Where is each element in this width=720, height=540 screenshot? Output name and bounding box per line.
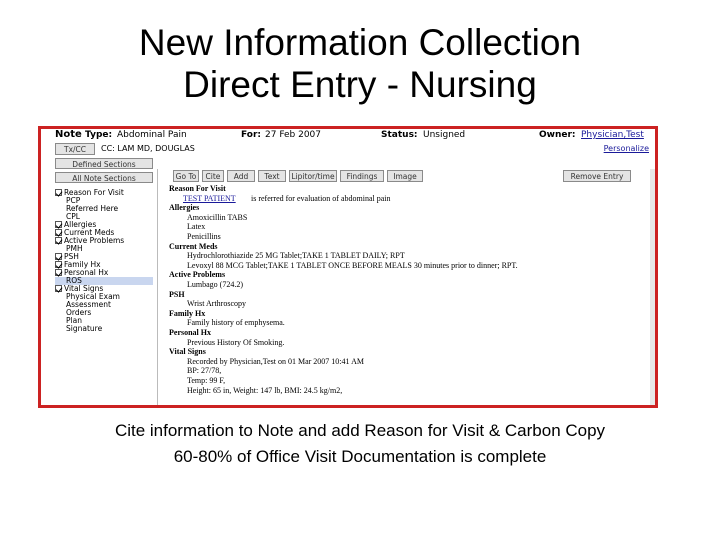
- note-text-line: Temp: 99 F,: [187, 376, 226, 385]
- defined-sections-button[interactable]: Defined Sections: [55, 158, 153, 169]
- toolbar-button[interactable]: Add: [227, 170, 255, 182]
- checkbox-checked[interactable]: [55, 269, 62, 276]
- checkbox-checked[interactable]: [55, 229, 62, 236]
- type-value: Abdominal Pain: [117, 130, 187, 140]
- note-section-heading: Allergies: [169, 203, 200, 213]
- vertical-scrollbar[interactable]: [650, 169, 655, 405]
- pane-divider: [157, 169, 158, 405]
- checkbox-checked[interactable]: [55, 237, 62, 244]
- note-text-line: BP: 27/78,: [187, 366, 222, 376]
- tx-cc-button[interactable]: Tx/CC: [55, 143, 95, 155]
- note-body: Reason For Visit TEST PATIENT is referred…: [169, 184, 654, 405]
- for-value: 27 Feb 2007: [265, 130, 322, 140]
- toolbar-button[interactable]: Lipitor/time: [289, 170, 337, 182]
- ehr-note-screenshot: Note Type: Abdominal Pain For: 27 Feb 20…: [38, 126, 658, 408]
- toolbar-button[interactable]: Findings: [340, 170, 384, 182]
- checkbox-checked[interactable]: [55, 261, 62, 268]
- note-header: Note Type: Abdominal Pain For: 27 Feb 20…: [41, 129, 655, 141]
- owner-link[interactable]: Physician,Test: [581, 129, 644, 141]
- note-text-line: Penicillins: [187, 232, 221, 241]
- note-text-line: Hydrochlorothiazide 25 MG Tablet;TAKE 1 …: [187, 251, 405, 261]
- note-text-line: Latex: [187, 222, 206, 232]
- toolbar-button[interactable]: Cite: [202, 170, 224, 182]
- note-text-line: Height: 65 in, Weight: 147 lb, BMI: 24.5…: [187, 385, 343, 395]
- caption-line-2: 60-80% of Office Visit Documentation is …: [173, 447, 547, 466]
- type-label: Type:: [85, 130, 113, 140]
- note-section-heading: Active Problems: [169, 270, 226, 280]
- all-note-sections-button[interactable]: All Note Sections: [55, 172, 153, 183]
- note-section-heading: Vital Signs: [169, 347, 206, 357]
- note-text-line: Wrist Arthroscopy: [187, 299, 247, 309]
- note-section-heading: Family Hx: [169, 308, 206, 318]
- carbon-copy-text: CC: LAM MD, DOUGLAS: [101, 144, 195, 153]
- slide-title-line-1: New Information Collection: [138, 22, 582, 63]
- section-item-label: Signature: [66, 324, 103, 333]
- note-text-line: is referred for evaluation of abdominal …: [251, 193, 391, 203]
- note-toolbar: Go To Cite Add Text Lipitor/time Findings Imag…: [173, 170, 653, 182]
- note-section-heading: Reason For Visit: [169, 184, 226, 193]
- owner-label: Owner:: [539, 130, 576, 140]
- note-section-heading: Personal Hx: [169, 328, 211, 337]
- toolbar-button[interactable]: Image: [387, 170, 423, 182]
- section-list: All Note Sections Reason For Visit PCP Ref…: [55, 169, 153, 405]
- status-label: Status:: [381, 130, 418, 140]
- note-text-line: Recorded by Physician,Test on 01 Mar 200…: [187, 356, 364, 366]
- note-section-heading: PSH: [169, 289, 185, 299]
- personalize-link[interactable]: Personalize: [604, 144, 649, 153]
- note-section-heading: Current Meds: [169, 241, 218, 251]
- slide-caption: Cite information to Note and add Reason …: [0, 418, 720, 470]
- for-label: For:: [241, 130, 262, 140]
- slide-title-line-2: Direct Entry - Nursing: [183, 64, 537, 105]
- note-text-line: Lumbago (724.2): [187, 280, 243, 289]
- patient-link[interactable]: TEST PATIENT: [183, 194, 236, 203]
- status-value: Unsigned: [423, 130, 466, 140]
- toolbar-button[interactable]: Go To: [173, 170, 199, 182]
- caption-line-1: Cite information to Note and add Reason …: [114, 421, 606, 440]
- note-label: Note: [55, 129, 82, 140]
- slide-title: New Information Collection Direct Entry …: [0, 22, 720, 106]
- note-text-line: Family history of emphysema.: [187, 318, 285, 328]
- checkbox-checked[interactable]: [55, 285, 62, 292]
- section-item[interactable]: Signature: [55, 325, 153, 333]
- cc-row: Tx/CC CC: LAM MD, DOUGLAS Personalize: [41, 142, 655, 157]
- checkbox-checked[interactable]: [55, 253, 62, 260]
- remove-entry-button[interactable]: Remove Entry: [563, 170, 631, 182]
- note-text-line: Previous History Of Smoking.: [187, 337, 285, 347]
- toolbar-button[interactable]: Text: [258, 170, 286, 182]
- note-text-line: Levoxyl 88 MCG Tablet;TAKE 1 TABLET ONCE…: [187, 260, 518, 270]
- checkbox-checked[interactable]: [55, 189, 62, 196]
- note-text-line: Amoxicillin TABS: [187, 212, 248, 222]
- checkbox-checked[interactable]: [55, 221, 62, 228]
